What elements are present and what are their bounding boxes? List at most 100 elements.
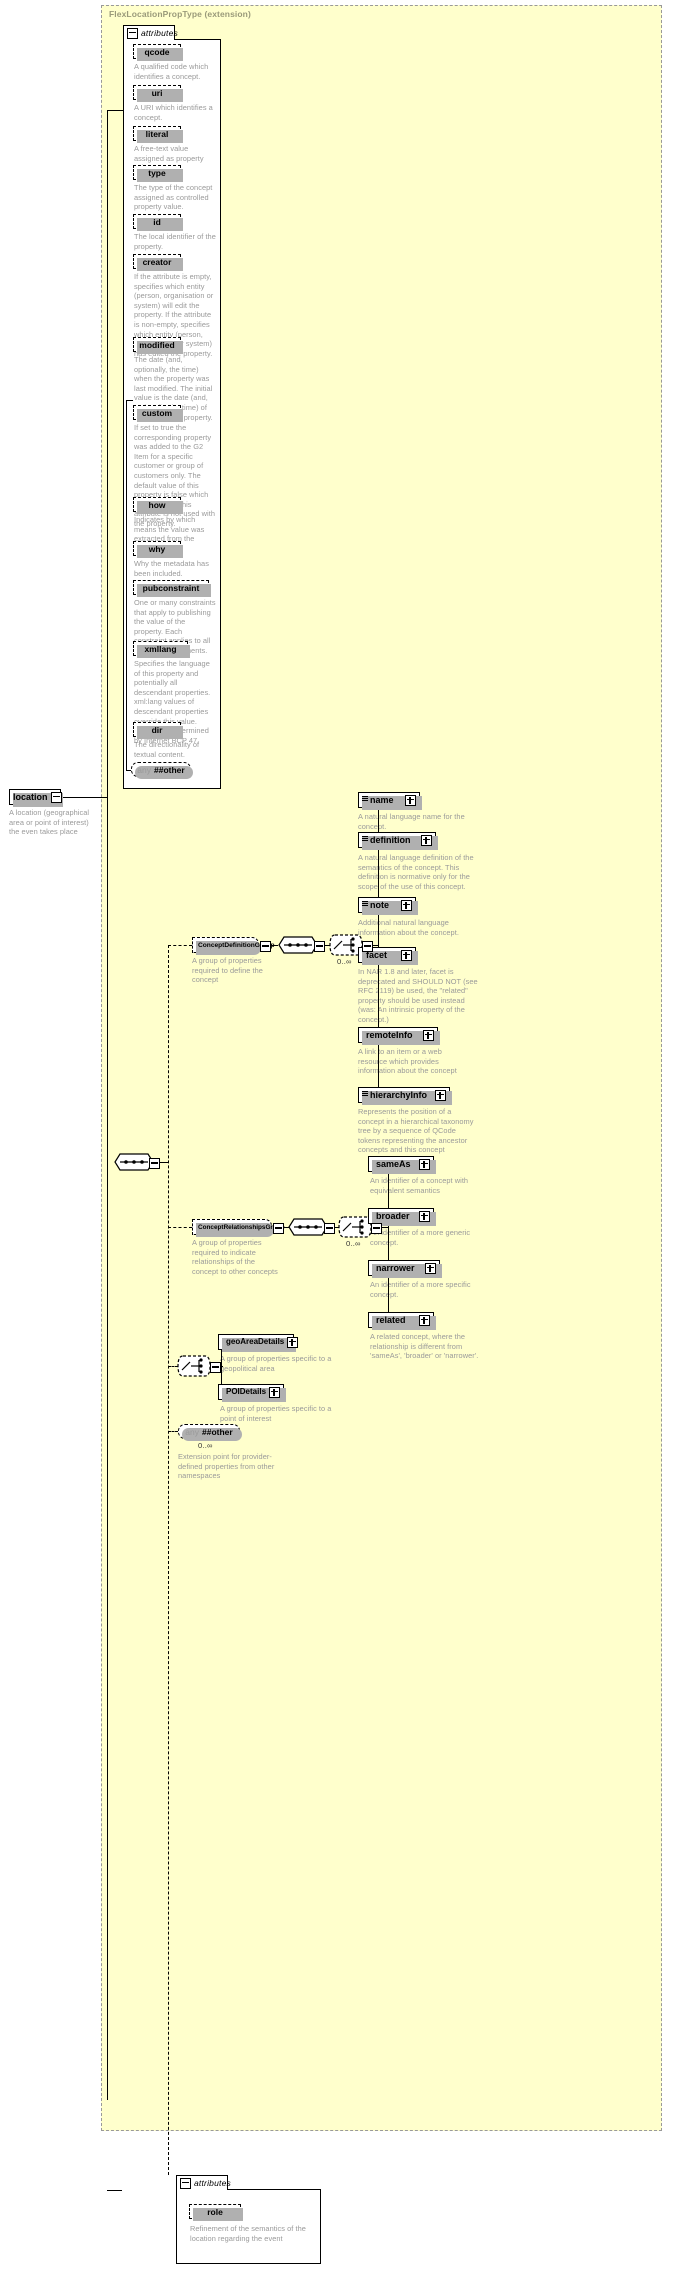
- attributes-tab-bottom[interactable]: attributes: [176, 2175, 231, 2190]
- choice-compositor-details[interactable]: [177, 1354, 211, 1380]
- sequence-compositor-crg[interactable]: [288, 1217, 328, 1239]
- element-doc-extension-any: Extension point for provider-defined pro…: [178, 1452, 275, 1481]
- sequence-icon: [114, 1153, 154, 1171]
- attribute-why[interactable]: why: [133, 541, 183, 558]
- attribute-qcode[interactable]: qcode: [133, 44, 183, 61]
- element-label: POIDetails: [226, 1387, 267, 1396]
- choice-toggle-cdg[interactable]: [362, 941, 373, 952]
- element-doc-related: A related concept, where the relationshi…: [370, 1332, 479, 1361]
- content-lines-icon: [362, 1091, 368, 1099]
- element-doc-definition: A natural language definition of the sem…: [358, 853, 474, 891]
- any-keyword: any: [185, 1426, 199, 1437]
- expand-icon[interactable]: [287, 1336, 299, 1348]
- attribute-dir[interactable]: dir: [133, 722, 183, 739]
- choice-compositor-crg[interactable]: [338, 1215, 372, 1241]
- element-label: narrower: [376, 1262, 415, 1273]
- choice-toggle-details[interactable]: [210, 1362, 221, 1373]
- group-toggle-concept-relationships[interactable]: [273, 1223, 284, 1234]
- connector-to-bottom-attributes: [107, 2190, 122, 2191]
- attributes-tab-top[interactable]: attributes: [123, 25, 178, 40]
- attribute-label: qcode: [144, 46, 170, 57]
- content-lines-icon: [362, 901, 368, 909]
- attributes-tab-label: attributes: [141, 28, 178, 38]
- element-note[interactable]: note: [358, 897, 418, 915]
- expand-icon[interactable]: [401, 949, 412, 961]
- attribute-pubconstraint[interactable]: pubconstraint: [133, 580, 211, 597]
- attribute-doc-type: The type of the concept assigned as cont…: [134, 183, 213, 212]
- attribute-doc-id: The local identifier of the property.: [134, 232, 216, 251]
- element-label: remoteInfo: [366, 1029, 413, 1040]
- sequence-icon: [288, 1218, 328, 1236]
- element-label: related: [376, 1314, 406, 1325]
- expand-icon[interactable]: [269, 1386, 281, 1398]
- choice-toggle-crg[interactable]: [371, 1223, 382, 1234]
- expand-icon[interactable]: [423, 1029, 434, 1041]
- element-doc-POIDetails: A group of properties specific to a poin…: [220, 1404, 332, 1423]
- choice-icon: [338, 1216, 372, 1238]
- attribute-label: role: [207, 2206, 223, 2217]
- occurrence-extension-any: 0..∞: [198, 1441, 213, 1450]
- element-label: note: [370, 899, 389, 910]
- attribute-creator[interactable]: creator: [133, 254, 183, 271]
- extension-any-other[interactable]: any ##other: [178, 1424, 242, 1441]
- sequence-toggle-crg[interactable]: [324, 1223, 335, 1234]
- element-location[interactable]: location: [9, 789, 63, 807]
- expand-icon[interactable]: [425, 1262, 436, 1274]
- element-narrower[interactable]: narrower: [368, 1260, 442, 1278]
- expand-icon[interactable]: [405, 794, 416, 806]
- expand-icon[interactable]: [421, 834, 432, 846]
- sequence-toggle-cdg[interactable]: [314, 941, 325, 952]
- element-remoteInfo[interactable]: remoteInfo: [358, 1027, 440, 1045]
- attribute-uri[interactable]: uri: [133, 85, 183, 102]
- attribute-label: why: [148, 543, 166, 554]
- element-label: broader: [376, 1210, 410, 1221]
- expand-icon[interactable]: [419, 1210, 430, 1222]
- attribute-literal[interactable]: literal: [133, 126, 183, 143]
- element-geoAreaDetails[interactable]: geoAreaDetails: [218, 1334, 299, 1352]
- expand-icon[interactable]: [419, 1158, 430, 1170]
- attribute-id[interactable]: id: [133, 214, 183, 231]
- attribute-doc-why: Why the metadata has been included.: [134, 559, 209, 578]
- group-concept-relationships[interactable]: ConceptRelationshipsGroup: [192, 1219, 285, 1237]
- element-doc-broader: An identifier of a more generic concept.: [370, 1228, 471, 1247]
- group-doc-concept-relationships: A group of properties required to indica…: [192, 1238, 278, 1276]
- choice-icon: [177, 1355, 211, 1377]
- element-related[interactable]: related: [368, 1312, 436, 1330]
- element-doc-sameAs: An identifier of a concept with equivale…: [370, 1176, 469, 1195]
- expand-icon[interactable]: [419, 1314, 430, 1326]
- connector-to-attributes-box: [107, 110, 123, 111]
- element-broader[interactable]: broader: [368, 1208, 436, 1226]
- attributes-any-other[interactable]: any ##other: [131, 762, 193, 779]
- collapse-icon[interactable]: [180, 2177, 191, 2189]
- element-hierarchyInfo[interactable]: hierarchyInfo: [358, 1087, 452, 1105]
- element-definition[interactable]: definition: [358, 832, 438, 850]
- attributes-tab-label: attributes: [194, 2178, 231, 2188]
- attribute-type[interactable]: type: [133, 165, 183, 182]
- attribute-modified[interactable]: modified: [133, 337, 183, 354]
- attribute-xmllang[interactable]: xmllang: [133, 641, 190, 658]
- group-concept-definition[interactable]: ConceptDefinitionGroup: [192, 937, 275, 955]
- attribute-role[interactable]: role: [189, 2204, 243, 2221]
- attribute-custom[interactable]: custom: [133, 405, 183, 422]
- branch-concept-definition-group: [168, 945, 192, 946]
- sequence-compositor-cdg[interactable]: [278, 935, 318, 957]
- attribute-doc-dir: The directionality of textual content.: [134, 740, 200, 759]
- element-name[interactable]: name: [358, 792, 422, 810]
- collapse-icon[interactable]: [127, 27, 138, 39]
- element-doc-remoteInfo: A link to an item or a web resource whic…: [358, 1047, 457, 1076]
- content-lines-icon: [362, 836, 368, 844]
- sequence-compositor-main[interactable]: [114, 1152, 154, 1174]
- expand-icon[interactable]: [435, 1089, 446, 1101]
- group-toggle-concept-definition[interactable]: [260, 941, 271, 952]
- connector-location-vertical: [107, 110, 108, 2100]
- element-POIDetails[interactable]: POIDetails: [218, 1384, 286, 1402]
- branch-extension-any: [168, 1431, 178, 1432]
- branch-concept-relationships-group: [168, 1227, 192, 1228]
- sequence-toggle-main[interactable]: [149, 1158, 160, 1169]
- attribute-label: pubconstraint: [142, 582, 200, 593]
- element-doc-note: Additional natural language information …: [358, 918, 459, 937]
- collapse-icon[interactable]: [50, 791, 62, 803]
- expand-icon[interactable]: [401, 899, 412, 911]
- attribute-how[interactable]: how: [133, 497, 183, 514]
- element-sameAs[interactable]: sameAs: [368, 1156, 436, 1174]
